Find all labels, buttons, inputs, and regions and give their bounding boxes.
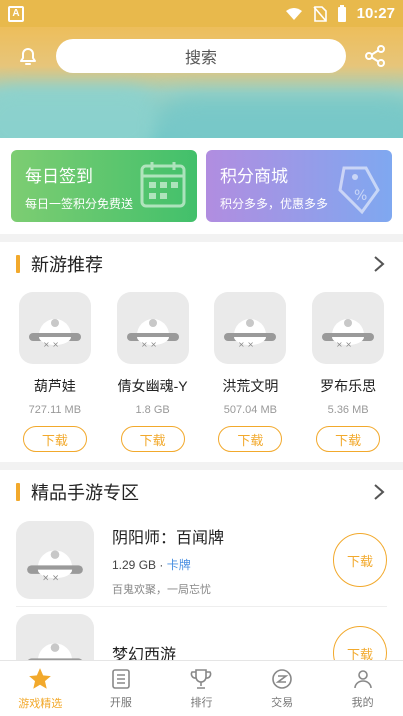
download-button[interactable]: 下载: [333, 533, 387, 587]
game-placeholder-icon: × ×: [116, 292, 189, 364]
wifi-icon: [285, 7, 302, 20]
list-item[interactable]: × × 阴阳师：百闻牌 1.29 GB · 卡牌 百鬼欢聚，一局忘忧 下载: [0, 514, 403, 606]
game-size: 5.36 MB: [327, 404, 369, 416]
feature-cards: 每日签到 每日一签积分免费送 积分商城 积分多多，优惠多多 %: [0, 138, 403, 234]
tab-mine[interactable]: 我的: [322, 661, 403, 716]
game-name: 葫芦娃: [33, 378, 76, 394]
game-placeholder-icon: × ×: [214, 292, 287, 364]
game-card[interactable]: × × 洪荒文明 507.04 MB 下载: [205, 292, 295, 452]
section-accent-bar: [16, 255, 20, 273]
app-screen: A 10:27 搜索 每日签到 每日一签积分免费送 积分商城 积分多多，优惠多多…: [0, 0, 403, 716]
svg-text:× ×: × ×: [238, 340, 254, 349]
game-meta: 1.29 GB · 卡牌: [112, 556, 333, 573]
document-icon: [112, 669, 130, 689]
battery-icon: [337, 4, 346, 22]
svg-text:%: %: [354, 188, 367, 204]
game-placeholder-icon: × ×: [16, 521, 94, 599]
bottom-tab-bar: 游戏精选 开服 排行 交易 我的: [0, 660, 403, 716]
game-name: 阴阳师：百闻牌: [112, 529, 225, 547]
section-header[interactable]: 精品手游专区: [0, 470, 403, 514]
game-card[interactable]: × × 倩女幽魂-Y 1.8 GB 下载: [108, 292, 198, 452]
download-button[interactable]: 下载: [316, 426, 381, 452]
meta-separator: ·: [156, 557, 167, 572]
game-size: 1.29 GB: [112, 557, 157, 572]
game-size: 507.04 MB: [223, 404, 277, 416]
clock: 10:27: [356, 5, 395, 22]
tab-label: 开服: [109, 697, 132, 709]
tab-label: 排行: [190, 697, 213, 709]
points-mall-card[interactable]: 积分商城 积分多多，优惠多多 %: [206, 150, 392, 222]
daily-checkin-card[interactable]: 每日签到 每日一签积分免费送: [11, 150, 197, 222]
game-name: 洪荒文明: [222, 378, 279, 394]
game-card[interactable]: × × 葫芦娃 727.11 MB 下载: [10, 292, 100, 452]
tab-label: 我的: [351, 697, 374, 709]
svg-text:× ×: × ×: [42, 573, 59, 583]
star-icon: [29, 668, 52, 689]
tab-server-open[interactable]: 开服: [81, 661, 162, 716]
section-header[interactable]: 新游推荐: [0, 242, 403, 286]
game-placeholder-icon: × ×: [312, 292, 385, 364]
section-accent-bar: [16, 483, 20, 501]
exchange-icon: [272, 669, 292, 689]
svg-text:× ×: × ×: [141, 340, 157, 349]
top-header: 搜索: [0, 36, 403, 76]
premium-games-section: 精品手游专区 × × 阴阳师：百闻牌 1.29 GB · 卡牌 百鬼欢聚，一局忘…: [0, 470, 403, 692]
section-title: 精品手游专区: [31, 483, 139, 503]
user-icon: [353, 670, 372, 689]
tab-featured[interactable]: 游戏精选: [0, 661, 81, 716]
new-games-section: 新游推荐 × × 葫芦娃 727.11 MB 下载 × × 倩女幽魂-Y 1.8…: [0, 242, 403, 462]
game-size: 1.8 GB: [135, 404, 170, 416]
svg-text:× ×: × ×: [336, 340, 352, 349]
tab-label: 交易: [271, 697, 294, 709]
new-games-list: × × 葫芦娃 727.11 MB 下载 × × 倩女幽魂-Y 1.8 GB 下…: [0, 286, 403, 452]
download-button[interactable]: 下载: [218, 426, 283, 452]
download-button[interactable]: 下载: [120, 426, 185, 452]
chevron-right-icon[interactable]: [371, 484, 387, 500]
download-button[interactable]: 下载: [22, 426, 87, 452]
chevron-right-icon[interactable]: [371, 256, 387, 272]
game-name: 罗布乐思: [320, 378, 377, 394]
tab-trade[interactable]: 交易: [242, 661, 323, 716]
search-input[interactable]: 搜索: [56, 39, 346, 73]
game-size: 727.11 MB: [28, 404, 82, 416]
section-title: 新游推荐: [31, 255, 103, 275]
discount-tag-icon: %: [336, 160, 382, 221]
status-bar: A 10:27: [0, 0, 403, 27]
svg-text:× ×: × ×: [43, 340, 59, 349]
share-icon[interactable]: [360, 41, 390, 71]
game-name: 倩女幽魂-Y: [117, 378, 188, 394]
trophy-icon: [191, 669, 212, 689]
category-tag[interactable]: 卡牌: [167, 558, 191, 572]
tab-label: 游戏精选: [18, 698, 63, 710]
calendar-icon: [139, 160, 187, 215]
tab-ranking[interactable]: 排行: [161, 661, 242, 716]
bell-icon[interactable]: [12, 40, 44, 72]
no-sim-icon: [313, 5, 327, 22]
game-description: 百鬼欢聚，一局忘忧: [112, 583, 211, 596]
notification-a-icon: A: [8, 5, 24, 22]
game-card[interactable]: × × 罗布乐思 5.36 MB 下载: [303, 292, 393, 452]
game-placeholder-icon: × ×: [18, 292, 91, 364]
